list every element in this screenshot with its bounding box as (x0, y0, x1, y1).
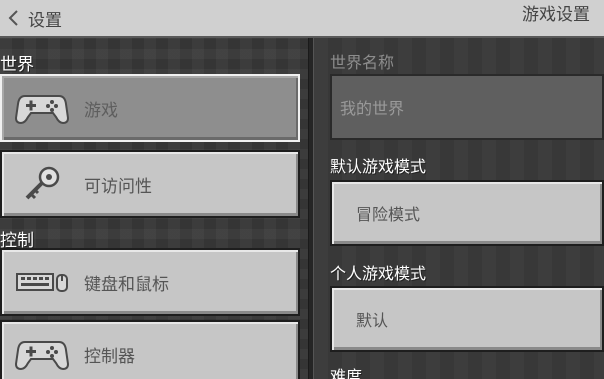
sidebar-item-accessibility[interactable]: 可访问性 (0, 150, 300, 218)
world-name-input[interactable]: 我的世界 (330, 74, 604, 140)
personal-game-mode-label: 个人游戏模式 (330, 264, 427, 283)
sidebar-item-label: 键盘和鼠标 (84, 274, 169, 295)
sidebar-item-controller[interactable]: 控制器 (0, 320, 300, 379)
sidebar-item-keyboard-mouse[interactable]: 键盘和鼠标 (0, 248, 300, 316)
key-icon (14, 164, 70, 204)
keyboard-mouse-icon (14, 262, 70, 302)
back-button[interactable]: 设置 (0, 0, 90, 36)
game-settings-screen: 设置 游戏设置 世界 游戏 可访问性 控制 键盘和鼠标 控制器 世界名称 我的世… (0, 0, 604, 379)
back-label: 设置 (28, 10, 62, 31)
controller-icon (14, 88, 70, 128)
page-title: 游戏设置 (522, 5, 590, 25)
section-label-world: 世界 (0, 55, 34, 75)
sidebar-item-label: 游戏 (84, 100, 118, 121)
chevron-left-icon (4, 8, 24, 28)
sidebar-item-label: 可访问性 (84, 176, 152, 197)
sidebar-item-game[interactable]: 游戏 (0, 74, 300, 142)
top-bar: 设置 游戏设置 (0, 0, 604, 38)
personal-game-mode-value: 默认 (356, 311, 389, 330)
default-game-mode-dropdown[interactable]: 冒险模式 (330, 180, 604, 246)
default-game-mode-label: 默认游戏模式 (330, 157, 427, 176)
controller-icon (14, 334, 70, 374)
world-name-label: 世界名称 (330, 53, 395, 72)
sidebar-item-label: 控制器 (84, 346, 135, 367)
world-name-value: 我的世界 (340, 99, 405, 118)
difficulty-label: 难度 (330, 367, 363, 379)
personal-game-mode-dropdown[interactable]: 默认 (330, 286, 604, 352)
default-game-mode-value: 冒险模式 (356, 205, 421, 224)
